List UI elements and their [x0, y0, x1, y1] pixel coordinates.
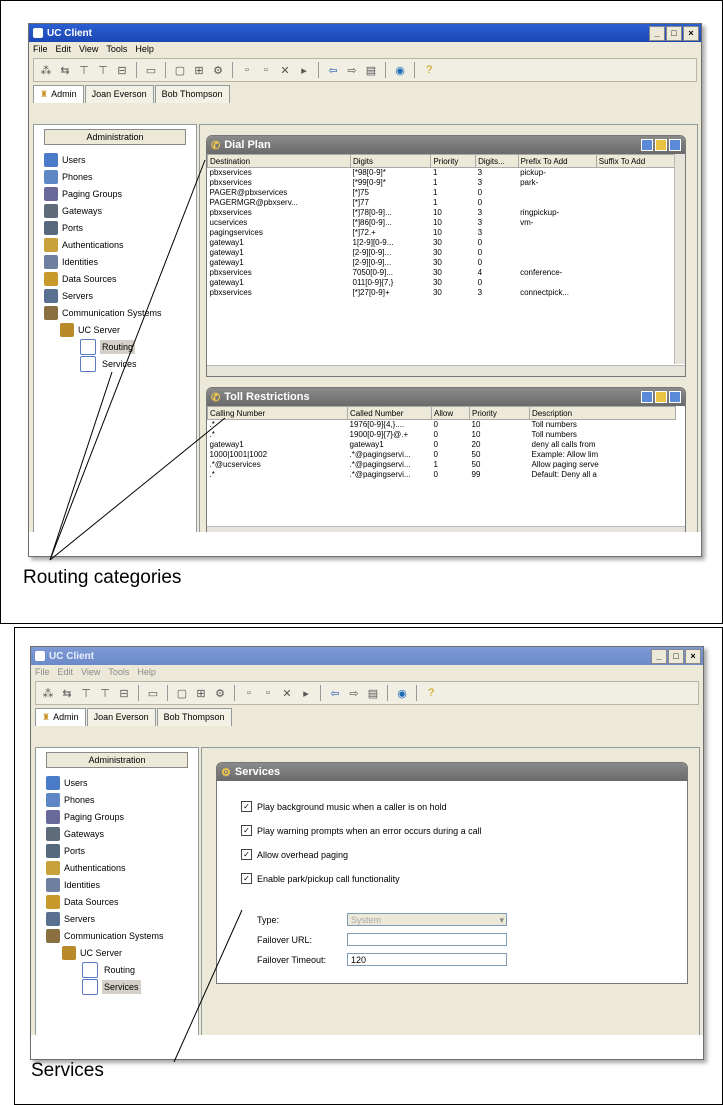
- callout-line-1: [49, 159, 206, 561]
- callout-line-3: [49, 371, 113, 561]
- callout-line-4: [173, 909, 243, 1063]
- callout-line-2: [49, 417, 226, 561]
- callout-lines: [49, 159, 243, 1063]
